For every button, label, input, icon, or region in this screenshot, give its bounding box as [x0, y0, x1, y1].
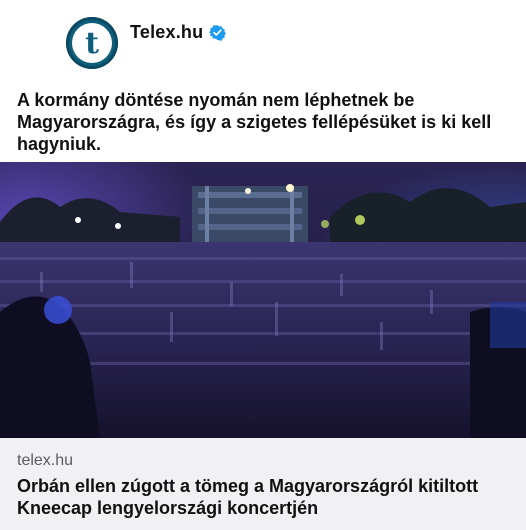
link-domain: telex.hu	[17, 452, 74, 469]
link-preview-card[interactable]: telex.hu Orbán ellen zúgott a tömeg a Ma…	[0, 438, 526, 530]
avatar-letter: t	[85, 26, 99, 61]
avatar-inner: t	[72, 23, 112, 63]
link-title[interactable]: Orbán ellen zúgott a tömeg a Magyarorszá…	[17, 475, 517, 519]
post-text: A kormány döntése nyomán nem léphetnek b…	[17, 90, 492, 154]
post-header: t Telex.hu	[0, 0, 526, 80]
verified-badge-icon	[209, 24, 227, 41]
account-name[interactable]: Telex.hu	[130, 22, 203, 43]
post-media-image[interactable]	[0, 162, 526, 438]
account-info: Telex.hu	[130, 21, 227, 43]
avatar[interactable]: t	[66, 17, 118, 69]
